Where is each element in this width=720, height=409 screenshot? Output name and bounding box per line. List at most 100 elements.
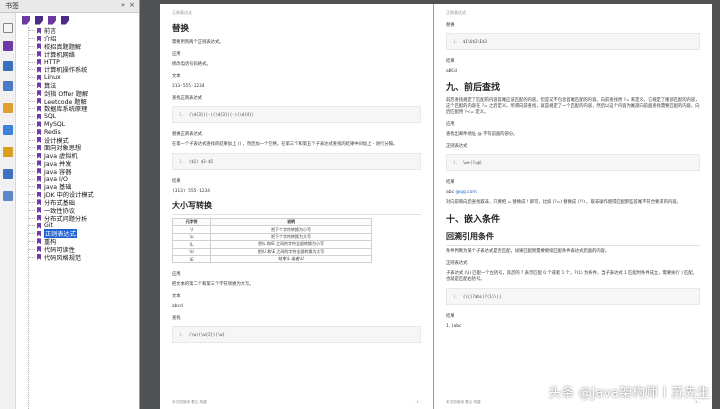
section-heading: 替换: [172, 24, 190, 34]
label-text: 应用: [172, 52, 181, 57]
metachar-cell: \U: [171, 247, 212, 256]
tree-connector: [29, 108, 35, 110]
bookmark-find-icon[interactable]: [48, 15, 56, 25]
bookmark-item[interactable]: 代码风格规范: [29, 253, 139, 262]
tree-connector: [29, 240, 35, 242]
bookmark-icon: [37, 207, 41, 214]
text-value: abcd: [172, 304, 183, 310]
text-value: 313-555-1234: [172, 84, 205, 89]
bookmark-icon: [37, 152, 41, 159]
tree-connector: [29, 69, 35, 71]
bookmark-icon: [37, 160, 41, 167]
bookmark-item[interactable]: 计算机网络: [29, 50, 139, 59]
bookmark-icon: [37, 121, 41, 128]
form-icon[interactable]: [3, 191, 13, 201]
bookmark-icon: [37, 82, 41, 89]
code-block: 1. (\d{3})(-)(\d{3})(-)(\d{4}): [172, 106, 421, 123]
attachment-icon[interactable]: [3, 81, 13, 91]
label-text: 结果: [446, 59, 455, 64]
bookmark-label: 代码风格规范: [44, 254, 82, 262]
label-text: 应用: [446, 122, 455, 127]
bookmark-icon: [37, 51, 41, 58]
page-number: - 1 -: [413, 400, 421, 404]
tree-connector: [29, 30, 35, 32]
label-text: 结果: [446, 314, 455, 319]
bookmark-icon: [37, 98, 41, 105]
label-text: 替换: [446, 23, 455, 28]
table-row: \L 把\L 和\E 之间的字符全部转换为小写: [171, 240, 372, 249]
label-text: 结果: [446, 180, 455, 185]
tree-connector: [29, 100, 35, 102]
link-icon[interactable]: [3, 125, 13, 135]
tree-connector: [29, 201, 35, 203]
bookmark-item[interactable]: 数据库系统原理: [29, 105, 139, 113]
tree-connector: [29, 147, 35, 149]
bookmark-options-icon[interactable]: [61, 15, 69, 25]
bookmark-icon: [37, 191, 41, 198]
tree-connector: [29, 155, 35, 157]
bookmark-icon[interactable]: [3, 41, 13, 51]
label-text: 文本: [172, 74, 181, 79]
description-cell: 把\L 和\E 之间的字符全部转换为小写: [210, 240, 372, 249]
code-block: 1. ($1) $3-$5: [172, 153, 421, 170]
bookmark-item[interactable]: SQL: [29, 113, 139, 121]
layers-icon[interactable]: [3, 61, 13, 71]
pdf-reader-window: 书签 » × 前言 介绍 校招真题题解 计算机网络 HTTP 计算机操作系统 L…: [0, 0, 720, 409]
running-header: 正则表达式: [446, 10, 466, 15]
code-text: $1\U$2\E$3: [462, 39, 487, 44]
label-text: 查找正则表达式: [172, 96, 203, 101]
label-text: 查找: [172, 316, 181, 322]
paragraph: 需要用到两个正则表达式。: [172, 40, 224, 45]
result-value: (313) 555-1234: [172, 189, 210, 194]
tree-connector: [29, 217, 35, 219]
label-text: 正则表达式: [446, 144, 468, 149]
signature-icon[interactable]: [3, 169, 13, 179]
bookmark-item[interactable]: 计算机操作系统: [29, 66, 139, 74]
table-header: 元字符: [171, 217, 212, 227]
bookmark-icon: [37, 129, 41, 136]
document-viewer[interactable]: 正则表达式 替换 需要用到两个正则表达式。 应用 修改电话号码格式。 文本 31…: [141, 0, 720, 409]
pdf-page-2: 正则表达式 替换 1. $1\U$2\E$3 结果 aBCd 九、前后查找 前后查…: [433, 4, 712, 409]
section-heading: 回溯引用条件: [446, 231, 700, 246]
pages-icon[interactable]: [3, 23, 13, 33]
tree-connector: [29, 178, 35, 180]
description-cell: 结束\L 或者\U: [210, 254, 372, 264]
bookmark-item[interactable]: Java 容器: [29, 167, 139, 176]
code-block: 1. \w+(?=@): [446, 154, 700, 171]
bookmark-item[interactable]: 分布式问题分析: [29, 214, 139, 223]
bookmark-new-icon[interactable]: [22, 15, 30, 25]
close-panel-icon[interactable]: ×: [129, 1, 135, 9]
tree-connector: [29, 131, 35, 133]
bookmark-expand-icon[interactable]: [35, 15, 43, 25]
bookmark-icon: [37, 183, 41, 190]
bookmark-label: SQL: [44, 113, 57, 121]
tree-connector: [29, 45, 35, 47]
metachar-cell: \E: [171, 254, 212, 264]
bookmark-icon: [37, 230, 41, 237]
label-text: 正则表达式: [446, 261, 468, 266]
label-text: 结果: [172, 179, 181, 184]
tree-connector: [29, 209, 35, 211]
paragraph: 在第一个子表达式查找的结果加上 () ，然后加一个空格，在第三个和第五个子表达式…: [172, 142, 398, 147]
collapse-panel-icon[interactable]: »: [121, 1, 125, 9]
bookmark-icon: [37, 105, 41, 112]
bookmark-icon: [37, 113, 41, 120]
bookmark-icon: [37, 238, 41, 245]
label-text: 文本: [172, 294, 181, 300]
code-text: (\w)(\w{2})(\w): [188, 332, 225, 338]
tree-connector: [29, 248, 35, 250]
tree-connector: [29, 225, 35, 227]
footer-text: 本文档使用 看云 构建: [446, 400, 481, 404]
email-link[interactable]: @qq.com: [456, 190, 477, 195]
chapter-heading: 十、嵌入条件: [446, 215, 501, 225]
footer-text: 本文档使用 看云 构建: [172, 400, 207, 404]
paragraph: 把文本的第二个和第三个字符转换为大写。: [172, 282, 254, 288]
tree-connector: [29, 61, 35, 63]
bookmark-icon: [37, 90, 41, 97]
bookmark-item[interactable]: MySQL: [29, 121, 139, 129]
side-icon-bar: [0, 13, 16, 409]
lock-icon[interactable]: [3, 147, 13, 157]
comment-icon[interactable]: [3, 103, 13, 113]
bookmarks-panel: 书签 » × 前言 介绍 校招真题题解 计算机网络 HTTP 计算机操作系统 L…: [0, 0, 140, 409]
bookmark-icon: [37, 35, 41, 42]
